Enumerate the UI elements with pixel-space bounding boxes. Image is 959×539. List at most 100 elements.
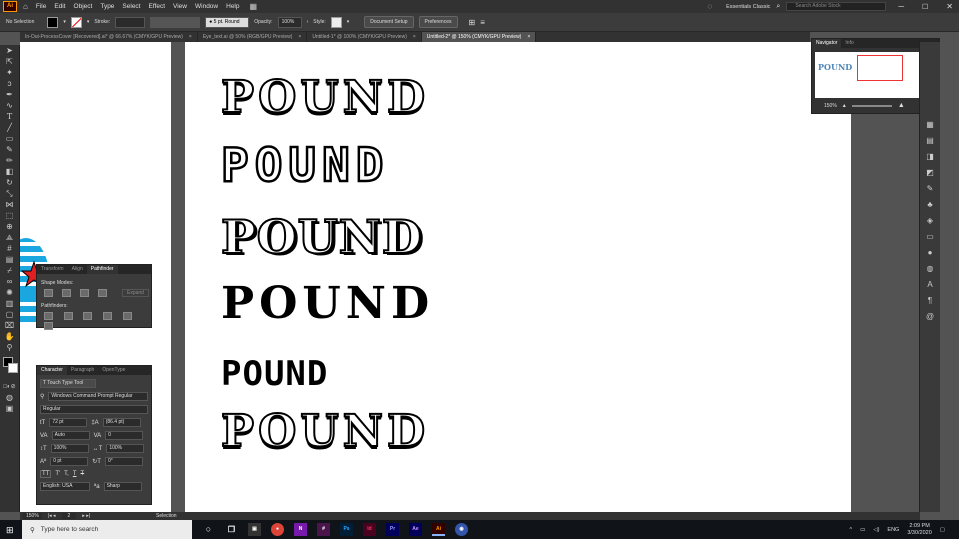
minus-front-button[interactable] xyxy=(62,289,71,297)
rotation-input[interactable]: 0° xyxy=(104,457,143,466)
chrome-icon[interactable]: ● xyxy=(271,523,284,536)
search-stock-input[interactable]: Search Adobe Stock xyxy=(786,2,887,11)
glyphs-icon[interactable]: @ xyxy=(924,312,937,322)
style-dropdown-icon[interactable]: ▾ xyxy=(347,19,350,25)
leading-input[interactable]: (86.4 pt) xyxy=(102,418,141,427)
tab-character[interactable]: Character xyxy=(37,366,67,375)
perspective-grid-tool-icon[interactable]: ⟁ xyxy=(3,233,17,243)
illustrator-icon[interactable]: Ai xyxy=(432,523,445,536)
intersect-button[interactable] xyxy=(80,289,89,297)
photoshop-icon[interactable]: Ps xyxy=(340,523,353,536)
fill-swatch[interactable] xyxy=(47,16,59,28)
task-view-icon[interactable]: ❐ xyxy=(225,523,238,536)
touch-type-tool-button[interactable]: T Touch Type Tool xyxy=(40,379,96,388)
tab-document-4[interactable]: Untitled-2* @ 150% (CMYK/GPU Preview) × xyxy=(421,32,537,42)
arrange-icon[interactable]: ≡ xyxy=(480,18,485,27)
navigator-view-box[interactable] xyxy=(857,55,903,81)
clock[interactable]: 2:09 PM 3/30/2020 xyxy=(907,523,931,537)
artboard-nav-prev-icon[interactable]: |◂ ◂ xyxy=(48,513,56,519)
all-caps-button[interactable]: TT xyxy=(40,470,52,478)
type-tool-icon[interactable]: T xyxy=(3,112,17,122)
stroke-swatch[interactable] xyxy=(70,16,82,28)
character-styles-icon[interactable]: A xyxy=(924,280,937,290)
menu-object[interactable]: Object xyxy=(70,3,97,10)
fill-stroke-indicator[interactable] xyxy=(0,355,19,381)
menu-file[interactable]: File xyxy=(32,3,50,10)
width-tool-icon[interactable]: ⋈ xyxy=(3,200,17,210)
menu-window[interactable]: Window xyxy=(191,3,222,10)
menu-select[interactable]: Select xyxy=(118,3,144,10)
stroke-dropdown-icon[interactable]: ▾ xyxy=(87,19,90,25)
tab-transform[interactable]: Transform xyxy=(37,265,68,274)
baseline-shift-input[interactable]: 0 pt xyxy=(50,457,89,466)
column-graph-tool-icon[interactable]: ▥ xyxy=(3,299,17,309)
paragraph-styles-icon[interactable]: ¶ xyxy=(924,296,937,306)
lightbulb-icon[interactable]: ◌ xyxy=(707,2,712,11)
onenote-icon[interactable]: N xyxy=(294,523,307,536)
pound-text-maze[interactable]: POUND xyxy=(220,137,389,194)
stroke-color-box[interactable] xyxy=(8,363,18,373)
stroke-weight-input[interactable] xyxy=(115,16,146,28)
tracking-input[interactable]: 0 xyxy=(105,431,144,440)
tab-pathfinder[interactable]: Pathfinder xyxy=(86,265,118,274)
gradient-tool-icon[interactable]: ▤ xyxy=(3,255,17,265)
pound-text-curly[interactable]: POUND xyxy=(221,278,434,329)
fill-dropdown-icon[interactable]: ▾ xyxy=(63,19,66,25)
workspace-switcher[interactable]: Essentials Classic xyxy=(726,4,770,10)
crop-button[interactable] xyxy=(103,312,113,320)
horizontal-scale-input[interactable]: 100% xyxy=(106,444,145,453)
artboard-number[interactable]: 2 xyxy=(61,513,77,519)
brushes-icon[interactable]: ✎ xyxy=(924,184,937,194)
color-guide-icon[interactable]: ◨ xyxy=(924,152,937,162)
hand-tool-icon[interactable]: ✋ xyxy=(3,332,17,342)
tray-chevron-icon[interactable]: ^ xyxy=(850,527,853,533)
indesign-icon[interactable]: Id xyxy=(363,523,376,536)
zoom-in-icon[interactable]: ▲ xyxy=(898,102,905,109)
pound-text-mono[interactable]: POUND xyxy=(221,354,328,394)
tab-document-2[interactable]: Eye_text.ai @ 50% (RGB/GPU Preview) × xyxy=(198,32,308,42)
cortana-icon[interactable]: ○ xyxy=(202,523,215,536)
artboard-tool-icon[interactable]: ▢ xyxy=(3,310,17,320)
home-icon[interactable]: ⌂ xyxy=(23,2,28,11)
after-effects-icon[interactable]: Ae xyxy=(409,523,422,536)
pound-text-stars[interactable]: POUND xyxy=(220,71,429,124)
close-icon[interactable]: × xyxy=(189,32,192,42)
symbols-icon[interactable]: ♣ xyxy=(924,200,937,210)
appearance-icon[interactable]: ● xyxy=(924,248,937,258)
font-size-input[interactable]: 72 pt xyxy=(49,418,88,427)
subscript-button[interactable]: T, xyxy=(64,471,69,477)
pound-text-heavy[interactable]: POUND xyxy=(220,209,423,265)
app-icon-generic[interactable]: ▣ xyxy=(248,523,261,536)
tab-document-1[interactable]: In-Out-ProcessCover [Recovered].ai* @ 66… xyxy=(20,32,198,42)
language-indicator[interactable]: ENG xyxy=(887,527,899,533)
direct-selection-tool-icon[interactable]: ⇱ xyxy=(3,57,17,67)
windows-start-icon[interactable]: ⊞ xyxy=(6,525,14,536)
volume-icon[interactable]: ◁) xyxy=(873,527,879,533)
layers-icon[interactable]: ◈ xyxy=(924,216,937,226)
font-family-select[interactable]: Windows Command Prompt Regular xyxy=(48,392,148,401)
arrange-documents-icon[interactable]: ▦ xyxy=(250,2,258,11)
graphic-styles-icon[interactable]: ◍ xyxy=(924,264,937,274)
menu-edit[interactable]: Edit xyxy=(50,3,69,10)
app-icon-circle[interactable]: ◉ xyxy=(455,523,468,536)
tab-opentype[interactable]: OpenType xyxy=(98,366,129,375)
curvature-tool-icon[interactable]: ∿ xyxy=(3,101,17,111)
tab-navigator[interactable]: Navigator xyxy=(812,39,842,48)
scale-tool-icon[interactable]: ⤡ xyxy=(3,189,17,199)
magic-wand-tool-icon[interactable]: ✦ xyxy=(3,68,17,78)
eyedropper-tool-icon[interactable]: ⌿ xyxy=(3,266,17,276)
navigator-zoom-value[interactable]: 150% xyxy=(824,103,837,109)
navigator-zoom-slider[interactable] xyxy=(851,104,892,107)
shape-builder-tool-icon[interactable]: ⊕ xyxy=(3,222,17,232)
expand-button[interactable]: Expand xyxy=(122,289,149,297)
free-transform-tool-icon[interactable]: ⬚ xyxy=(3,211,17,221)
tab-paragraph[interactable]: Paragraph xyxy=(67,366,98,375)
pencil-tool-icon[interactable]: ✏ xyxy=(3,156,17,166)
slice-tool-icon[interactable]: ⌧ xyxy=(3,321,17,331)
close-icon[interactable]: × xyxy=(298,32,301,42)
rotate-tool-icon[interactable]: ↻ xyxy=(3,178,17,188)
close-button[interactable]: ✕ xyxy=(940,2,959,11)
antialias-select[interactable]: Sharp xyxy=(103,482,142,491)
menu-help[interactable]: Help xyxy=(222,3,243,10)
close-icon[interactable]: × xyxy=(527,32,530,42)
